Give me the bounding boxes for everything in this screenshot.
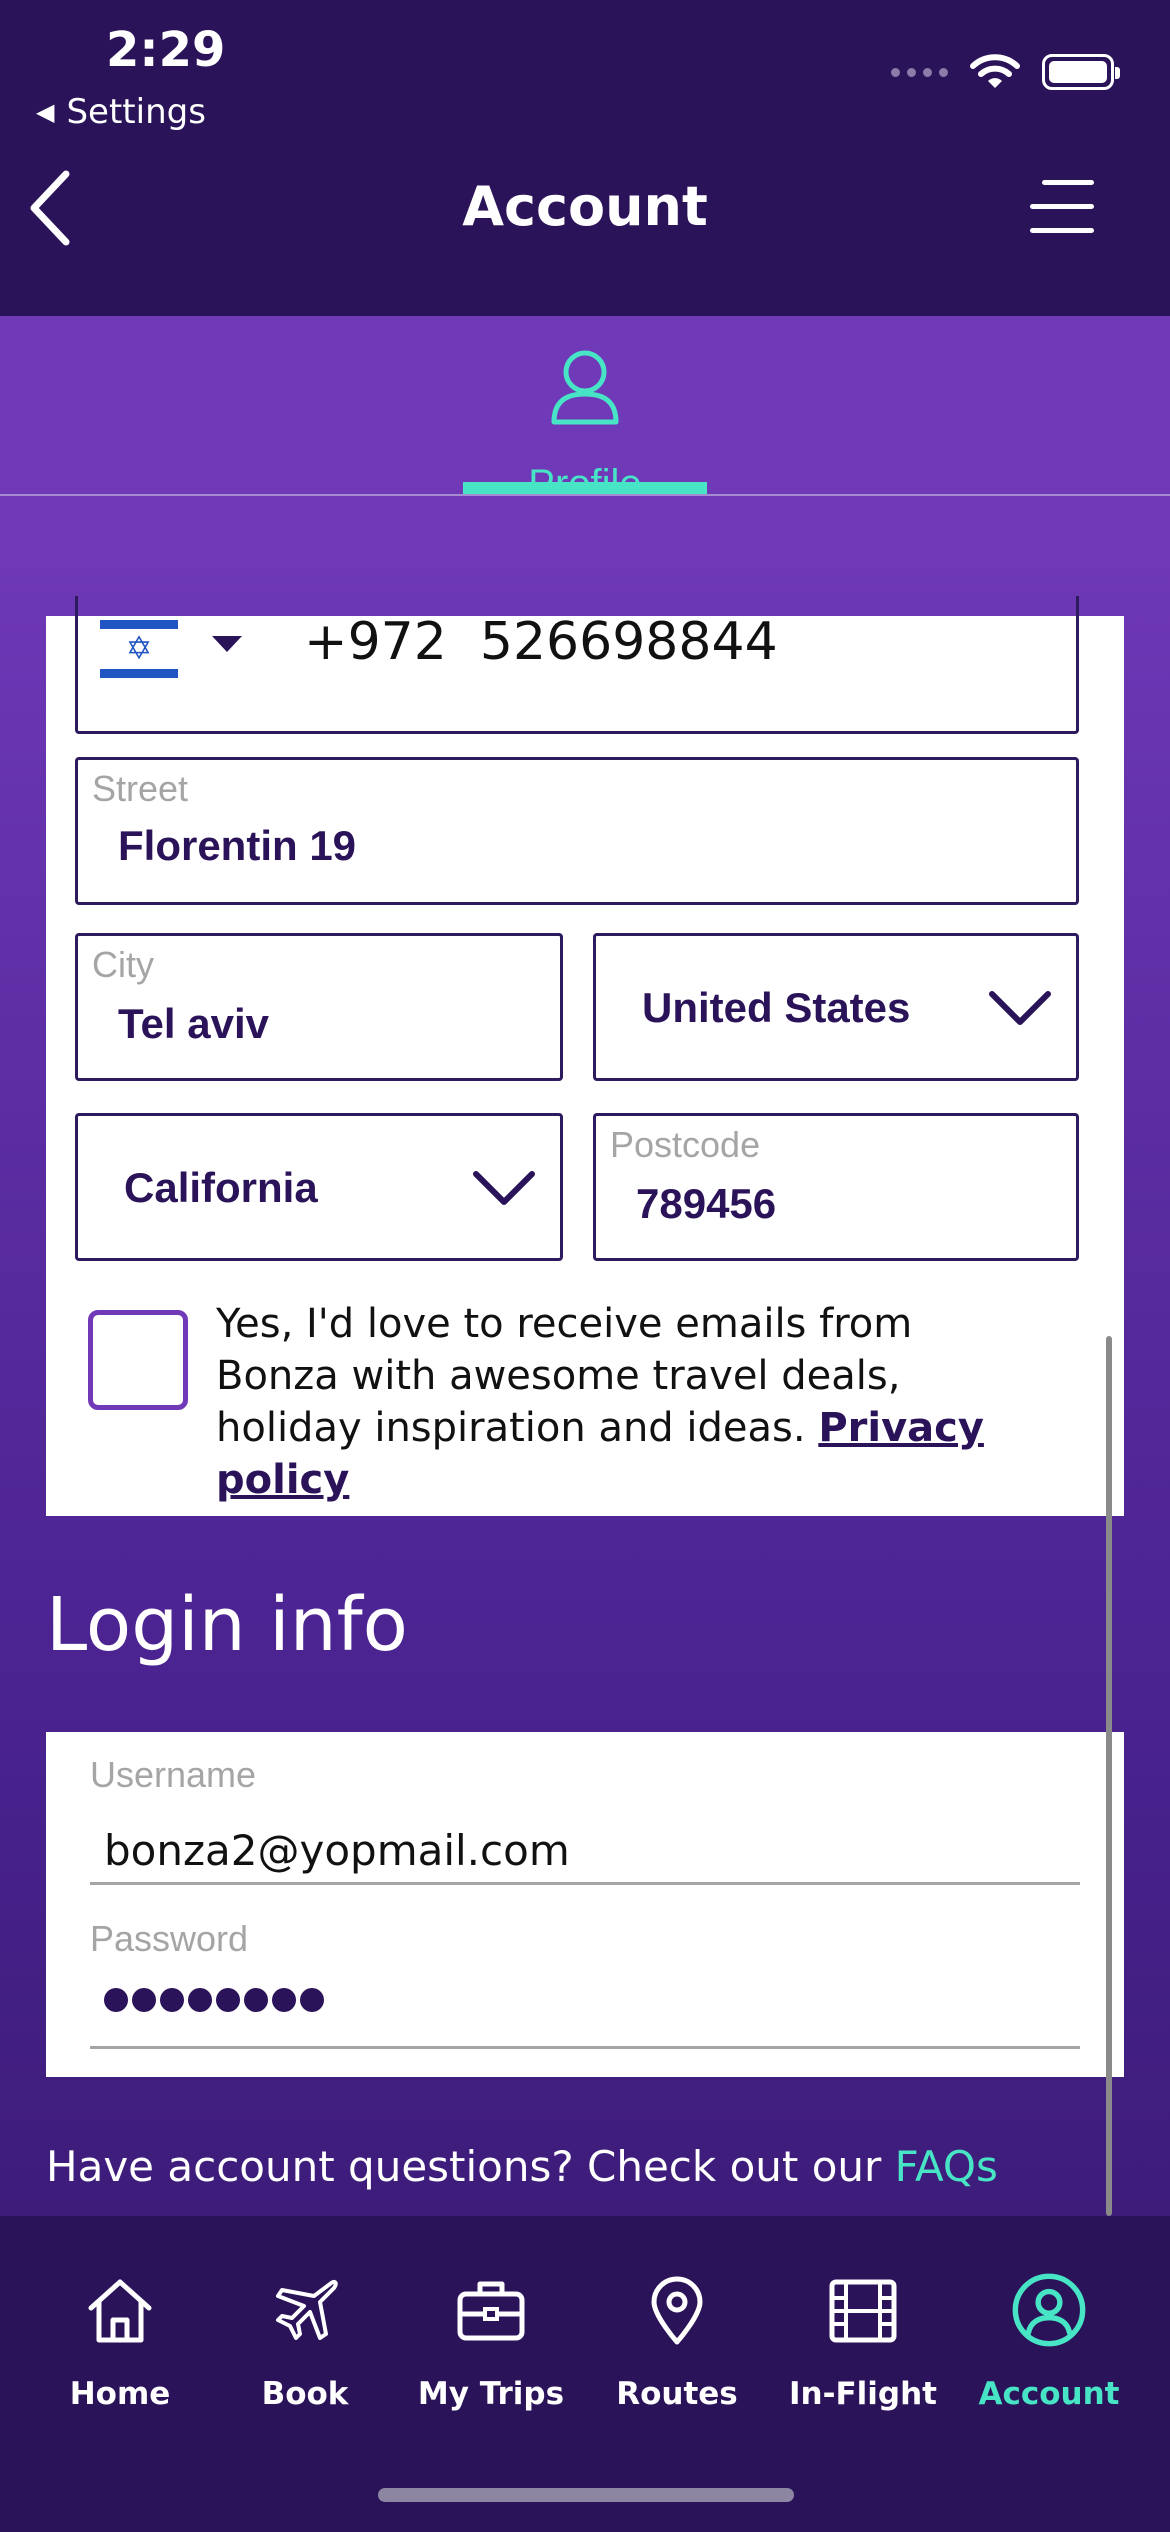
- chevron-down-icon: [473, 1171, 535, 1205]
- israel-flag-icon[interactable]: ✡: [100, 620, 178, 678]
- username-label: Username: [90, 1754, 257, 1795]
- tab-home-label: Home: [69, 2376, 171, 2412]
- country-code-dropdown-caret[interactable]: [212, 636, 242, 652]
- password-field[interactable]: [104, 1988, 324, 2012]
- username-underline: [90, 1882, 1080, 1885]
- postcode-field[interactable]: Postcode 789456: [593, 1113, 1079, 1261]
- bottom-tab-bar: Home Book My Trips Routes In-Flight Acco…: [0, 2216, 1170, 2532]
- tab-account[interactable]: Account: [956, 2216, 1142, 2426]
- signal-icon: [891, 67, 948, 77]
- status-time: 2:29: [106, 22, 226, 78]
- tab-profile[interactable]: Profile: [463, 346, 707, 506]
- back-triangle-icon: ◀: [36, 98, 55, 126]
- scrollbar[interactable]: [1106, 1336, 1112, 2216]
- tab-book[interactable]: Book: [212, 2216, 398, 2426]
- faq-prompt: Have account questions? Check out our FA…: [46, 2142, 998, 2191]
- tab-routes[interactable]: Routes: [584, 2216, 770, 2426]
- country-select[interactable]: United States: [593, 933, 1079, 1081]
- tab-home[interactable]: Home: [27, 2216, 213, 2426]
- status-icons: [891, 52, 1120, 92]
- street-value: Florentin 19: [118, 822, 357, 869]
- wifi-icon: [970, 54, 1020, 88]
- tab-account-label: Account: [978, 2376, 1120, 2412]
- home-indicator[interactable]: [378, 2488, 794, 2502]
- faq-text: Have account questions? Check out our: [46, 2142, 895, 2191]
- email-consent-text: Yes, I'd love to receive emails from Bon…: [216, 1298, 1046, 1506]
- country-code: +972: [304, 612, 447, 672]
- country-value: United States: [642, 984, 911, 1031]
- active-tab-indicator: [463, 482, 707, 494]
- street-label: Street: [92, 768, 189, 809]
- email-consent-checkbox[interactable]: [88, 1310, 188, 1410]
- tab-in-flight-label: In-Flight: [789, 2376, 937, 2412]
- state-select[interactable]: California: [75, 1113, 563, 1261]
- password-underline: [90, 2046, 1080, 2049]
- login-info-title: Login info: [46, 1582, 408, 1668]
- phone-value: 526698844: [479, 612, 778, 672]
- state-value: California: [124, 1164, 318, 1211]
- consent-text: Yes, I'd love to receive emails from Bon…: [216, 1301, 913, 1451]
- page-title: Account: [462, 175, 708, 238]
- tab-routes-label: Routes: [616, 2376, 738, 2412]
- plane-icon: [276, 2279, 338, 2340]
- location-pin-icon: [651, 2276, 703, 2345]
- account-icon: [1012, 2273, 1086, 2347]
- postcode-value: 789456: [636, 1180, 777, 1227]
- city-value: Tel aviv: [118, 1000, 269, 1047]
- back-to-settings-label: Settings: [66, 92, 206, 132]
- tab-my-trips-label: My Trips: [417, 2376, 565, 2412]
- postcode-label: Postcode: [610, 1124, 761, 1165]
- username-value[interactable]: bonza2@yopmail.com: [104, 1826, 570, 1875]
- home-icon: [88, 2279, 152, 2343]
- back-to-settings-link[interactable]: ◀ Settings: [36, 92, 206, 132]
- faq-link[interactable]: FAQs: [895, 2142, 998, 2191]
- app-header: 2:29 ◀ Settings Account: [0, 0, 1170, 316]
- chevron-down-icon: [989, 991, 1051, 1025]
- tab-book-label: Book: [261, 2376, 349, 2412]
- film-icon: [829, 2279, 897, 2343]
- city-field[interactable]: City Tel aviv: [75, 933, 563, 1081]
- phone-number[interactable]: +972 526698844: [304, 612, 778, 672]
- briefcase-icon: [457, 2281, 525, 2341]
- street-field[interactable]: Street Florentin 19: [75, 757, 1079, 905]
- menu-icon[interactable]: [1030, 172, 1094, 242]
- password-label: Password: [90, 1918, 249, 1959]
- tab-my-trips[interactable]: My Trips: [398, 2216, 584, 2426]
- person-icon: [551, 350, 619, 425]
- profile-tab-strip: Profile: [0, 316, 1170, 506]
- city-label: City: [92, 944, 154, 985]
- battery-icon: [1042, 54, 1120, 90]
- tab-in-flight[interactable]: In-Flight: [770, 2216, 956, 2426]
